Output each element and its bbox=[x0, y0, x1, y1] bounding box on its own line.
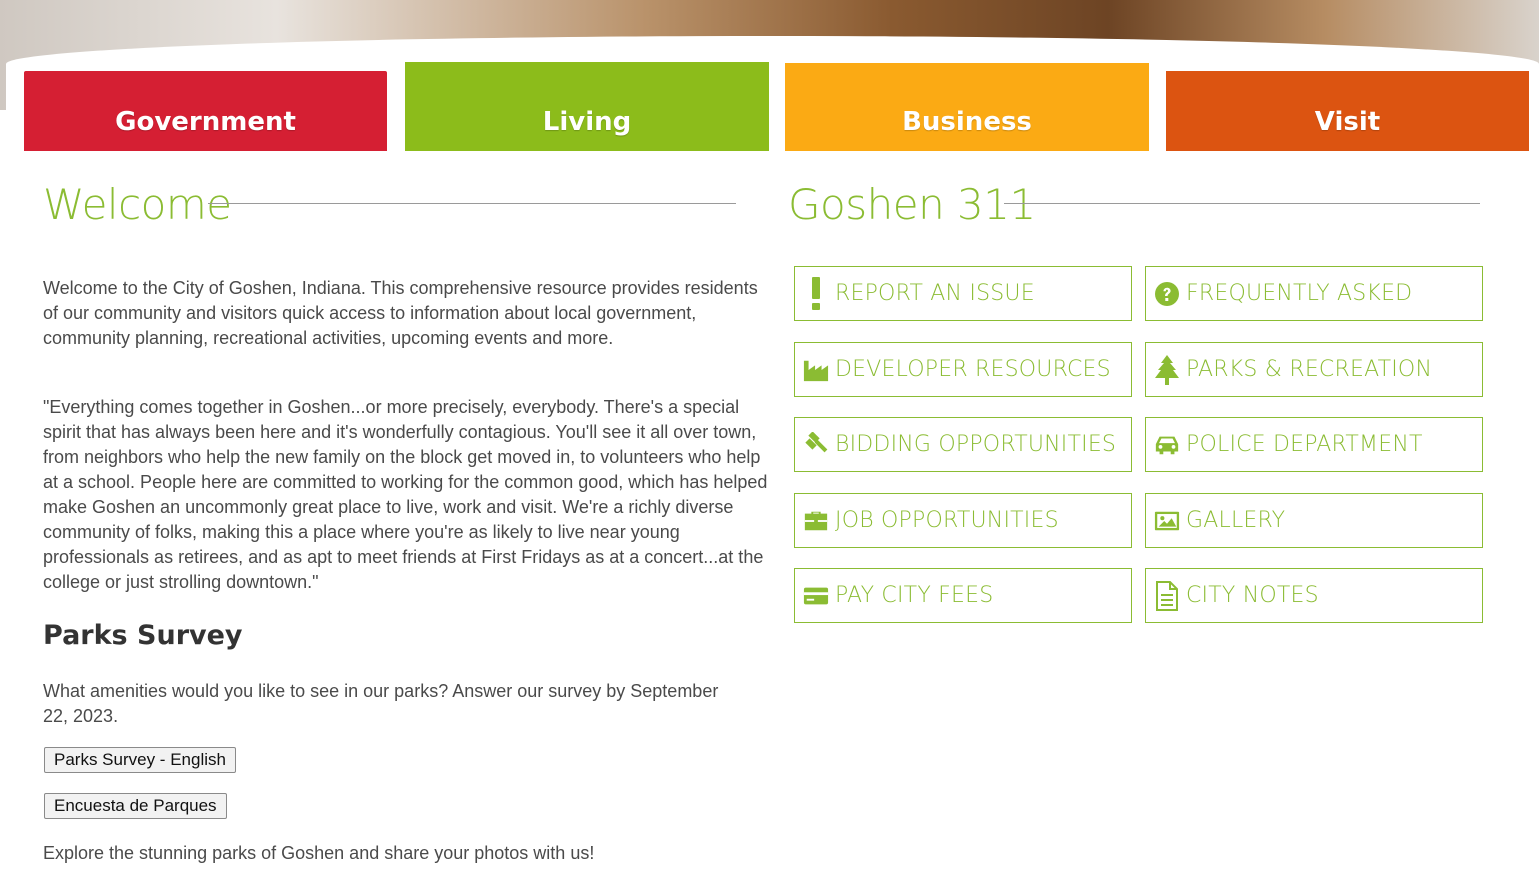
tree-icon bbox=[1154, 354, 1180, 385]
nav-tab-living[interactable]: Living bbox=[405, 62, 769, 151]
parks-footer-text: Explore the stunning parks of Goshen and… bbox=[43, 843, 595, 863]
faq-link[interactable]: FREQUENTLY ASKED bbox=[1145, 266, 1483, 321]
credit-card-icon bbox=[803, 583, 829, 609]
developer-resources-link[interactable]: DEVELOPER RESOURCES bbox=[794, 342, 1132, 397]
report-issue-link[interactable]: REPORT AN ISSUE bbox=[794, 266, 1132, 321]
image-icon bbox=[1154, 508, 1180, 534]
main-nav: Government Living Business Visit bbox=[24, 62, 1529, 151]
police-department-link[interactable]: POLICE DEPARTMENT bbox=[1145, 417, 1483, 472]
nav-tab-business[interactable]: Business bbox=[785, 63, 1149, 151]
welcome-title: Welcome bbox=[43, 180, 232, 229]
welcome-title-rule bbox=[208, 203, 736, 204]
city-notes-link[interactable]: CITY NOTES bbox=[1145, 568, 1483, 623]
car-icon bbox=[1154, 432, 1180, 458]
goshen311-title-rule bbox=[1004, 203, 1480, 204]
nav-tab-government[interactable]: Government bbox=[24, 71, 387, 151]
question-circle-icon bbox=[1154, 281, 1180, 307]
exclamation-icon bbox=[803, 276, 829, 310]
parks-survey-heading: Parks Survey bbox=[43, 620, 243, 651]
parks-survey-text: What amenities would you like to see in … bbox=[43, 681, 719, 726]
parks-recreation-link[interactable]: PARKS & RECREATION bbox=[1145, 342, 1483, 397]
briefcase-icon bbox=[803, 508, 829, 534]
job-opportunities-link[interactable]: JOB OPPORTUNITIES bbox=[794, 493, 1132, 548]
pay-city-fees-link[interactable]: PAY CITY FEES bbox=[794, 568, 1132, 623]
parks-survey-spanish-button[interactable]: Encuesta de Parques bbox=[44, 793, 227, 819]
factory-icon bbox=[803, 357, 829, 383]
nav-tab-visit[interactable]: Visit bbox=[1166, 71, 1529, 151]
gallery-link[interactable]: GALLERY bbox=[1145, 493, 1483, 548]
document-icon bbox=[1154, 580, 1180, 611]
welcome-intro: Welcome to the City of Goshen, Indiana. … bbox=[43, 278, 758, 348]
bidding-opportunities-link[interactable]: BIDDING OPPORTUNITIES bbox=[794, 417, 1132, 472]
goshen311-title: Goshen 311 bbox=[788, 180, 1036, 229]
parks-survey-english-button[interactable]: Parks Survey - English bbox=[44, 747, 236, 773]
welcome-quote: "Everything comes together in Goshen...o… bbox=[43, 397, 768, 592]
gavel-icon bbox=[803, 431, 829, 458]
